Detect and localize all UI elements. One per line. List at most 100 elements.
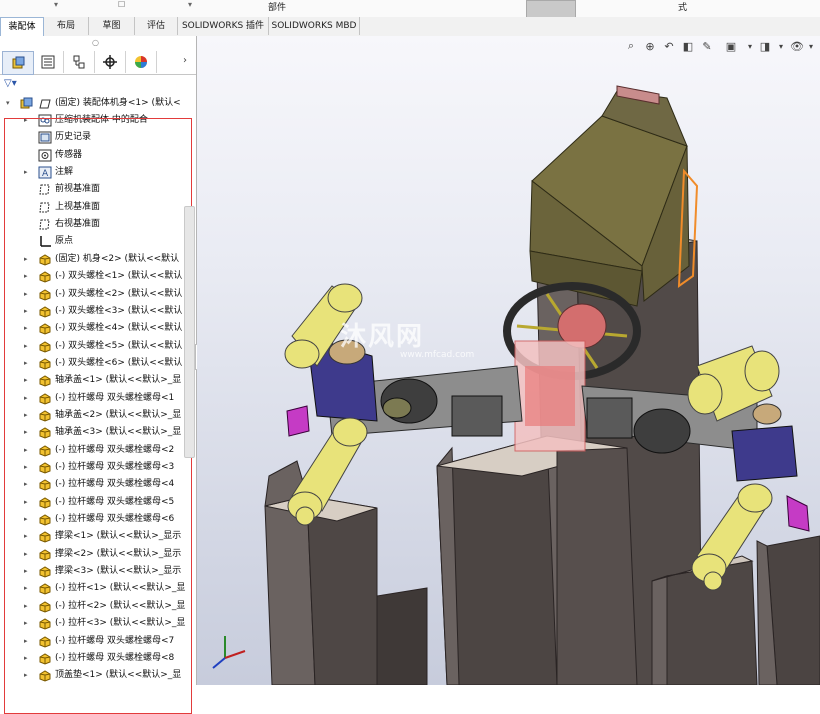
tree-item[interactable]: ▸ (-) 拉杆螺母 双头螺栓螺母<2 <box>0 442 196 459</box>
tab-sketch[interactable]: 草图 <box>89 17 135 35</box>
expand-arrow-icon[interactable]: ▸ <box>24 424 32 441</box>
tree-root[interactable]: ▾ (固定) 装配体机身<1> (默认< <box>0 95 196 112</box>
right-guide-flange <box>633 408 691 454</box>
panel-grip-icon[interactable]: ○ <box>92 38 99 47</box>
plane-icon <box>38 218 52 231</box>
tree-item[interactable]: ▸ (-) 拉杆螺母 双头螺栓螺母<5 <box>0 494 196 511</box>
expand-arrow-icon[interactable]: ▸ <box>24 476 32 493</box>
expand-arrow-icon[interactable]: ▸ <box>24 442 32 459</box>
expand-arrow-icon[interactable]: ▸ <box>24 286 32 303</box>
mates-icon <box>38 114 52 127</box>
configuration-manager-icon <box>73 55 85 69</box>
tree-item[interactable]: ▸ (-) 拉杆螺母 双头螺栓螺母<8 <box>0 650 196 667</box>
tree-item[interactable]: ▸ (-) 拉杆螺母 双头螺栓螺母<7 <box>0 633 196 650</box>
expand-arrow-icon[interactable]: ▸ <box>24 268 32 285</box>
expand-arrow-icon[interactable]: ▸ <box>24 407 32 424</box>
property-manager-tab[interactable] <box>33 51 64 73</box>
collapse-arrow-icon[interactable]: ▾ <box>6 95 14 112</box>
expand-arrow-icon[interactable]: ▸ <box>24 251 32 268</box>
toolbar-grey-button[interactable] <box>526 0 576 18</box>
expand-arrow-icon[interactable]: ▸ <box>24 667 32 684</box>
tree-item[interactable]: ▸ (-) 双头螺栓<1> (默认<<默认 <box>0 268 196 285</box>
tree-item[interactable]: ▸ 撑梁<1> (默认<<默认>_显示 <box>0 528 196 545</box>
expand-arrow-icon[interactable]: ▸ <box>24 650 32 667</box>
tree-item[interactable]: ▸ 顶盖垫<1> (默认<<默认>_显 <box>0 667 196 684</box>
tree-item[interactable]: 右视基准面 <box>0 216 196 233</box>
filter-icon[interactable]: ▽▾ <box>4 78 17 89</box>
tree-item[interactable]: ▸ 撑梁<2> (默认<<默认>_显示 <box>0 546 196 563</box>
tree-item[interactable]: ▸ 轴承盖<3> (默认<<默认>_显 <box>0 424 196 441</box>
dropdown-arrow-icon[interactable]: ▾ <box>188 0 192 9</box>
expand-arrow-icon[interactable]: ▸ <box>24 598 32 615</box>
expand-arrow-icon[interactable]: ▸ <box>24 511 32 528</box>
tree-scrollbar[interactable] <box>184 206 195 458</box>
tree-item-label: 注解 <box>55 167 74 178</box>
tree-item-label: 上视基准面 <box>55 201 101 212</box>
chevron-right-icon[interactable]: › <box>183 55 187 66</box>
tree-item[interactable]: ▸ (-) 拉杆螺母 双头螺栓螺母<4 <box>0 476 196 493</box>
tree-item[interactable]: ▸ (-) 拉杆螺母 双头螺栓螺母<3 <box>0 459 196 476</box>
expand-arrow-icon[interactable]: ▸ <box>24 580 32 597</box>
expand-arrow-icon[interactable]: ▸ <box>24 338 32 355</box>
tree-item[interactable]: ▸ (-) 拉杆<3> (默认<<默认>_显 <box>0 615 196 632</box>
dropdown-arrow-icon[interactable]: ▾ <box>54 0 58 9</box>
tree-item[interactable]: ▸ (-) 拉杆螺母 双头螺栓螺母<1 <box>0 390 196 407</box>
tree-item-label: (-) 双头螺栓<3> (默认<<默认 <box>55 305 183 316</box>
expand-arrow-icon[interactable]: ▸ <box>24 112 32 129</box>
model-render <box>212 85 820 685</box>
tree-item[interactable]: 前视基准面 <box>0 181 196 198</box>
tab-assembly[interactable]: 装配体 <box>0 17 44 36</box>
tab-evaluate[interactable]: 评估 <box>135 17 178 35</box>
expand-arrow-icon[interactable]: ▸ <box>24 546 32 563</box>
expand-arrow-icon[interactable]: ▸ <box>24 164 32 181</box>
expand-arrow-icon[interactable]: ▸ <box>24 320 32 337</box>
tree-item[interactable]: ▸ (-) 双头螺栓<3> (默认<<默认 <box>0 303 196 320</box>
tree-item[interactable]: ▸ (-) 拉杆<1> (默认<<默认>_显 <box>0 580 196 597</box>
tree-item[interactable]: ▸ 撑梁<3> (默认<<默认>_显示 <box>0 563 196 580</box>
tree-item[interactable]: ▸ (-) 拉杆<2> (默认<<默认>_显 <box>0 598 196 615</box>
tree-item[interactable]: ▸ 轴承盖<2> (默认<<默认>_显 <box>0 407 196 424</box>
tab-solidworks-addins[interactable]: SOLIDWORKS 插件 <box>178 17 269 35</box>
configuration-manager-tab[interactable] <box>64 51 95 73</box>
tree-item[interactable]: 传感器 <box>0 147 196 164</box>
dimxpert-tab[interactable] <box>95 51 126 73</box>
tree-item[interactable]: 原点 <box>0 233 196 250</box>
toolbar-label-style[interactable]: 式 <box>678 0 687 13</box>
left-notch <box>376 587 428 685</box>
part-icon <box>38 600 52 613</box>
display-manager-tab[interactable] <box>126 51 157 73</box>
tree-item[interactable]: ▸ 轴承盖<1> (默认<<默认>_显 <box>0 372 196 389</box>
expand-arrow-icon[interactable]: ▸ <box>24 459 32 476</box>
tree-item[interactable]: ▸ (-) 拉杆螺母 双头螺栓螺母<6 <box>0 511 196 528</box>
tab-solidworks-mbd[interactable]: SOLIDWORKS MBD <box>269 17 360 35</box>
expand-arrow-icon[interactable]: ▸ <box>24 494 32 511</box>
expand-arrow-icon[interactable]: ▸ <box>24 355 32 372</box>
tree-item[interactable]: ▸ A 注解 <box>0 164 196 181</box>
tree-item-label: 右视基准面 <box>55 219 101 230</box>
tree-item[interactable]: ▸ (固定) 机身<2> (默认<<默认 <box>0 251 196 268</box>
checkbox-icon[interactable]: ☐ <box>118 0 125 9</box>
toolbar-label-parts[interactable]: 部件 <box>268 0 286 13</box>
tree-item[interactable]: ▸ (-) 双头螺栓<6> (默认<<默认 <box>0 355 196 372</box>
tree-item[interactable]: ▸ (-) 双头螺栓<2> (默认<<默认 <box>0 286 196 303</box>
left-support <box>286 405 310 437</box>
tree-item[interactable]: ▸ 压缩机装配体 中的配合 <box>0 112 196 129</box>
tree-item[interactable]: 历史记录 <box>0 129 196 146</box>
expand-arrow-icon[interactable]: ▸ <box>24 633 32 650</box>
watermark-url: www.mfcad.com <box>400 350 475 360</box>
expand-arrow-icon[interactable]: ▸ <box>24 528 32 545</box>
history-icon <box>38 131 52 144</box>
tree-item[interactable]: ▸ (-) 双头螺栓<4> (默认<<默认 <box>0 320 196 337</box>
feature-manager-tab[interactable] <box>2 51 34 75</box>
tree-item[interactable]: ▸ (-) 双头螺栓<5> (默认<<默认 <box>0 338 196 355</box>
expand-arrow-icon[interactable]: ▸ <box>24 303 32 320</box>
tree-item-label: (-) 双头螺栓<4> (默认<<默认 <box>55 323 183 334</box>
graphics-viewport[interactable]: ⌕ ⊕ ↶ ◧ ✎ ▣ ▾ ◨ ▾ 👁 ▾ 沐风网 www.mfcad.com <box>197 36 820 685</box>
expand-arrow-icon[interactable]: ▸ <box>24 372 32 389</box>
tree-item[interactable]: 上视基准面 <box>0 199 196 216</box>
tab-layout[interactable]: 布局 <box>44 17 89 35</box>
right-distance-piece <box>586 397 633 439</box>
expand-arrow-icon[interactable]: ▸ <box>24 390 32 407</box>
expand-arrow-icon[interactable]: ▸ <box>24 615 32 632</box>
expand-arrow-icon[interactable]: ▸ <box>24 563 32 580</box>
